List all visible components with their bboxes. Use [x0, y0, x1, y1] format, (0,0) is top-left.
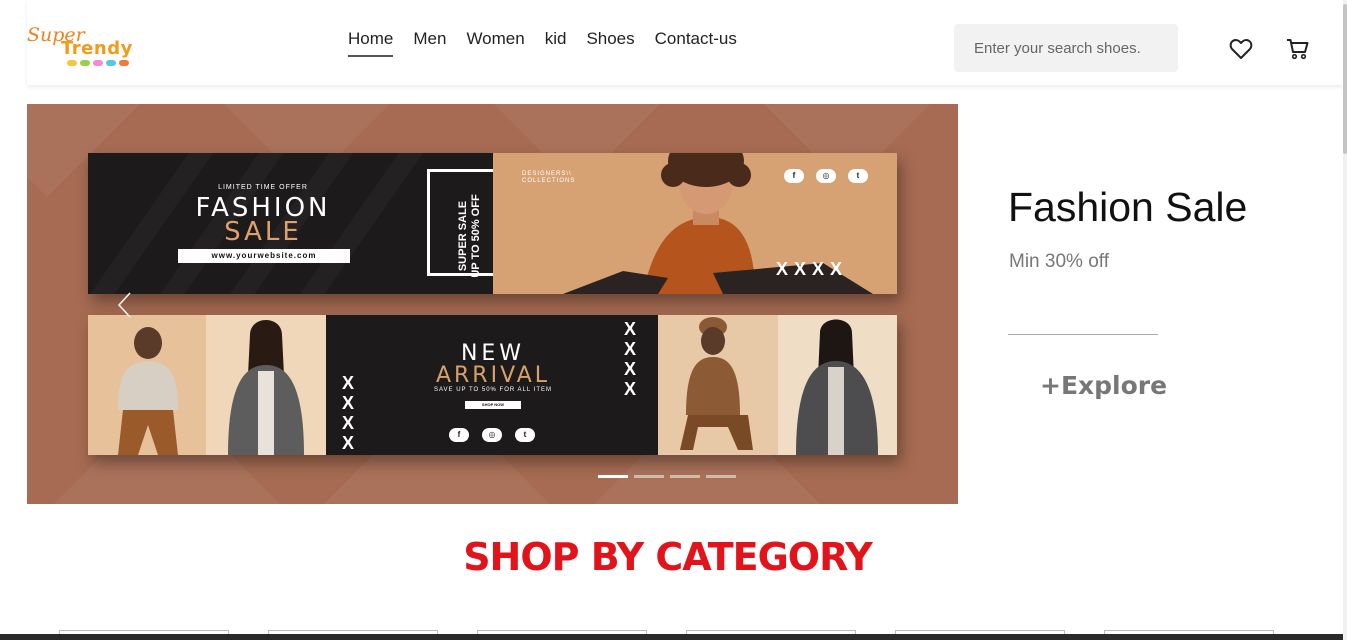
nav-shoes[interactable]: Shoes — [586, 29, 634, 57]
nav-home[interactable]: Home — [348, 29, 394, 57]
banner-photo-4 — [778, 315, 897, 455]
banner-x-column-left: XXXX — [342, 373, 355, 453]
nav-women[interactable]: Women — [466, 29, 524, 57]
banner-shop-now: SHOP NOW — [465, 401, 521, 409]
hero-divider — [1008, 334, 1158, 335]
carousel-indicators — [598, 475, 736, 478]
explore-button[interactable]: +Explore — [1040, 371, 1167, 400]
logo[interactable]: Super Trendy — [27, 22, 157, 72]
banner-save-text: SAVE UP TO 50% FOR ALL ITEM — [433, 387, 553, 393]
banner-arrival-text: ARRIVAL — [435, 363, 551, 388]
banner-photo-3 — [658, 315, 778, 455]
banner-new-arrival: NEW ARRIVAL SAVE UP TO 50% FOR ALL ITEM … — [88, 315, 897, 455]
nav-contact-us[interactable]: Contact-us — [655, 29, 737, 57]
twitter-icon: t — [848, 169, 868, 183]
scrollbar-thumb[interactable] — [1343, 4, 1347, 154]
page-scrollbar[interactable] — [1343, 0, 1347, 640]
banner-x-marks: XXXX — [776, 259, 849, 279]
carousel-indicator-3[interactable] — [670, 475, 700, 478]
twitter-icon: t — [515, 428, 535, 442]
cart-icon[interactable] — [1285, 36, 1311, 62]
hero-carousel[interactable]: LIMITED TIME OFFER FASHION SALE www.your… — [27, 104, 958, 504]
instagram-icon: ◎ — [482, 428, 502, 442]
logo-decoration — [67, 60, 129, 66]
carousel-indicator-2[interactable] — [634, 475, 664, 478]
banner-x-column-right: XXXX — [624, 319, 637, 399]
facebook-icon: f — [784, 169, 804, 183]
search-input[interactable] — [954, 24, 1178, 72]
facebook-icon: f — [449, 428, 469, 442]
hero-subtitle: Min 30% off — [1009, 251, 1109, 272]
banner-fashion-sale: LIMITED TIME OFFER FASHION SALE www.your… — [88, 153, 897, 294]
hero-title: Fashion Sale — [1008, 184, 1248, 230]
banner-website-text: www.yourwebsite.com — [178, 249, 350, 263]
banner-designers-text: DESIGNERS\\ COLLECTIONS — [522, 171, 576, 184]
nav-men[interactable]: Men — [413, 29, 446, 57]
shop-by-category-title: SHOP BY CATEGORY — [463, 535, 873, 579]
banner-limited-text: LIMITED TIME OFFER — [218, 184, 308, 191]
banner-photo-1 — [88, 315, 206, 455]
site-header: Super Trendy Home Men Women kid Shoes Co… — [27, 0, 1343, 85]
bottom-edge — [0, 634, 1347, 640]
main-nav: Home Men Women kid Shoes Contact-us — [348, 29, 737, 57]
banner-photo-2 — [206, 315, 326, 455]
chevron-left-icon[interactable] — [115, 290, 135, 320]
banner-super-sale: SUPER SALE UP TO 50% OFF — [457, 194, 482, 278]
heart-icon[interactable] — [1228, 36, 1254, 62]
banner-sale-text: SALE — [224, 217, 302, 247]
instagram-icon: ◎ — [816, 169, 836, 183]
carousel-indicator-4[interactable] — [706, 475, 736, 478]
carousel-indicator-1[interactable] — [598, 475, 628, 478]
logo-word-trendy: Trendy — [61, 38, 133, 59]
nav-kid[interactable]: kid — [545, 29, 567, 57]
